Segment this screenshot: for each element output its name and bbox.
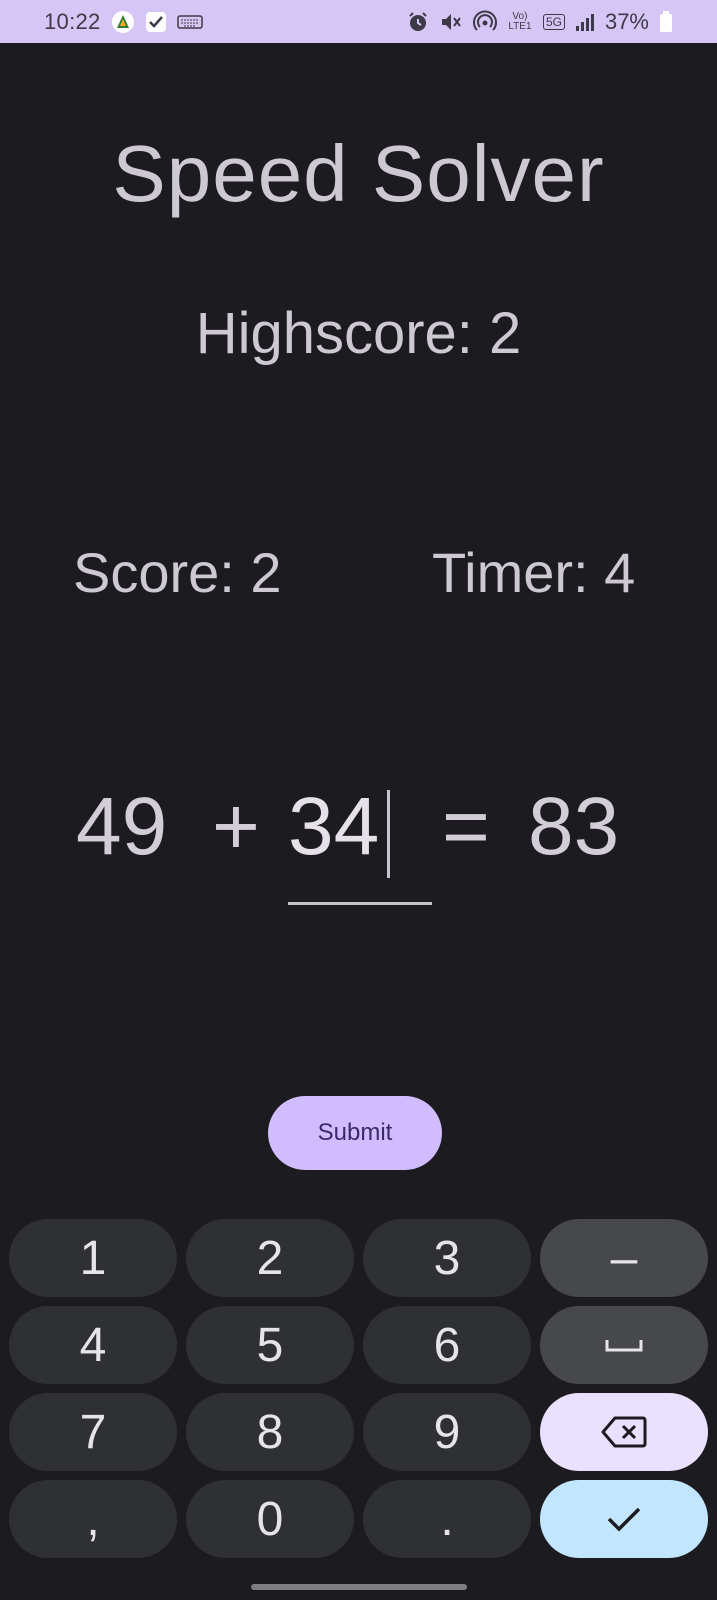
battery-percent: 37% bbox=[604, 8, 649, 34]
timer-label: Timer: 4 bbox=[432, 541, 636, 604]
key-3[interactable]: 3 bbox=[363, 1219, 531, 1297]
key-label: 1 bbox=[79, 1231, 107, 1285]
key-label: 0 bbox=[256, 1492, 284, 1546]
key-label: 6 bbox=[433, 1318, 461, 1372]
submit-button[interactable]: Submit bbox=[268, 1096, 442, 1170]
key-4[interactable]: 4 bbox=[9, 1306, 177, 1384]
score-label: Score: 2 bbox=[73, 541, 282, 604]
key-label: , bbox=[86, 1492, 100, 1546]
key-0[interactable]: 0 bbox=[186, 1480, 354, 1558]
status-bar: 10:22 Vo) LTE1 5G 37% bbox=[0, 0, 717, 43]
app-title: Speed Solver bbox=[112, 129, 605, 218]
navigation-handle[interactable] bbox=[251, 1584, 467, 1590]
app-notification-icon bbox=[111, 10, 135, 34]
space-glyph-icon bbox=[605, 1340, 643, 1352]
key-label: 4 bbox=[79, 1318, 107, 1372]
key-9[interactable]: 9 bbox=[363, 1393, 531, 1471]
network-5g-label: 5G bbox=[545, 14, 562, 29]
key-2[interactable]: 2 bbox=[186, 1219, 354, 1297]
key-label: . bbox=[440, 1492, 454, 1546]
equation-equals: = bbox=[442, 781, 490, 872]
checkmark-icon bbox=[607, 1507, 641, 1532]
alarm-icon bbox=[407, 11, 429, 33]
hotspot-icon bbox=[472, 10, 497, 34]
key-label: – bbox=[610, 1231, 638, 1285]
key-space[interactable]: ␣ bbox=[540, 1306, 708, 1384]
network-5g-icon: 5G bbox=[542, 13, 565, 30]
key-label: 7 bbox=[79, 1405, 107, 1459]
answer-input[interactable]: 34 bbox=[288, 780, 432, 905]
key-minus[interactable]: – bbox=[540, 1219, 708, 1297]
text-cursor bbox=[387, 790, 390, 878]
key-enter[interactable]: ✓ bbox=[540, 1480, 708, 1558]
highscore-label: Highscore: 2 bbox=[195, 301, 522, 366]
screen: 10:22 Vo) LTE1 5G 37% Speed Solver Highs… bbox=[0, 0, 717, 1600]
backspace-icon bbox=[601, 1416, 647, 1448]
key-label: 5 bbox=[256, 1318, 284, 1372]
key-8[interactable]: 8 bbox=[186, 1393, 354, 1471]
key-label: 3 bbox=[433, 1231, 461, 1285]
mute-icon bbox=[439, 11, 463, 33]
key-label: 2 bbox=[256, 1231, 284, 1285]
key-6[interactable]: 6 bbox=[363, 1306, 531, 1384]
key-7[interactable]: 7 bbox=[9, 1393, 177, 1471]
battery-icon bbox=[659, 10, 673, 33]
equation-operand: 49 bbox=[76, 781, 168, 872]
submit-button-label: Submit bbox=[317, 1119, 393, 1146]
status-right: Vo) LTE1 5G 37% bbox=[407, 9, 673, 35]
key-label: 8 bbox=[256, 1405, 284, 1459]
keyboard-notification-icon bbox=[176, 14, 203, 30]
key-backspace[interactable]: ⌫ bbox=[540, 1393, 708, 1471]
equation: 49 + 34 = 83 bbox=[0, 780, 717, 905]
key-comma[interactable]: , bbox=[9, 1480, 177, 1558]
status-time: 10:22 bbox=[44, 8, 101, 34]
checkbox-notification-icon bbox=[145, 11, 167, 33]
key-5[interactable]: 5 bbox=[186, 1306, 354, 1384]
equation-result: 83 bbox=[528, 781, 620, 872]
key-period[interactable]: . bbox=[363, 1480, 531, 1558]
status-left: 10:22 bbox=[44, 9, 203, 35]
numeric-keyboard: 1 2 3 – 4 5 6 ␣ 7 8 9 ⌫ , 0 . ✓ bbox=[0, 1202, 717, 1600]
equation-operator: + bbox=[212, 781, 260, 872]
answer-input-value: 34 bbox=[288, 781, 380, 872]
volte-icon: Vo) LTE1 bbox=[508, 10, 532, 32]
signal-icon bbox=[575, 12, 595, 32]
key-1[interactable]: 1 bbox=[9, 1219, 177, 1297]
key-label: 9 bbox=[433, 1405, 461, 1459]
